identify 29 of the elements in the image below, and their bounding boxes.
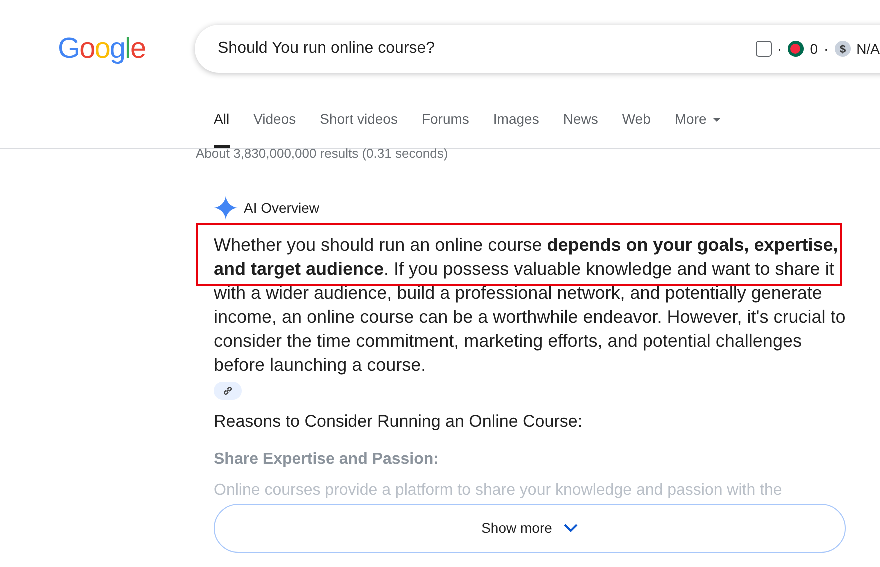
link-icon: [223, 386, 233, 396]
tab[interactable]: Web: [622, 109, 651, 148]
checkbox[interactable]: [756, 41, 772, 57]
count-text: 0: [810, 40, 818, 58]
tab[interactable]: Images: [493, 109, 540, 148]
separator-dot: ·: [778, 40, 782, 58]
subheading: Share Expertise and Passion:: [214, 450, 440, 470]
tab[interactable]: More: [674, 109, 721, 148]
separator-dot: ·: [824, 40, 829, 58]
flag-icon: [788, 41, 804, 57]
tab[interactable]: Forums: [422, 109, 470, 148]
ai-overview-title: AI Overview: [244, 198, 320, 218]
tab[interactable]: Short videos: [320, 109, 398, 148]
link-chip[interactable]: [214, 382, 242, 400]
tab[interactable]: News: [563, 109, 598, 148]
price-text: N/A: [856, 40, 880, 58]
show-more-button[interactable]: Show more: [214, 504, 846, 552]
google-logo[interactable]: Google: [0, 34, 195, 64]
section-heading: Reasons to Consider Running an Online Course:: [214, 411, 584, 433]
faded-text: Online courses provide a platform to share your knowledge and passion with the: [214, 480, 784, 500]
tab[interactable]: Videos: [254, 109, 296, 148]
result-stats: About 3,830,000,000 results (0.31 seconds): [195, 146, 450, 162]
chevron-down-icon: [564, 524, 578, 532]
dollar-icon: $: [834, 41, 851, 57]
overview-paragraph: Whether you should run an online course depends on your goals, expertise, and target audience. If you possess valuable knowledge and want to share it with a wider audience, build a professional network, and potentially generate income, an online course can be a worthwhile endeavor. However, it's crucial to consider the time commitment, marketing efforts, and potential challenges before launching a course.: [214, 234, 846, 377]
sparkle-icon: [214, 196, 238, 220]
search-input[interactable]: Should You run online course?: [216, 36, 756, 62]
caret-icon: [712, 118, 721, 123]
tab[interactable]: All: [214, 109, 230, 148]
